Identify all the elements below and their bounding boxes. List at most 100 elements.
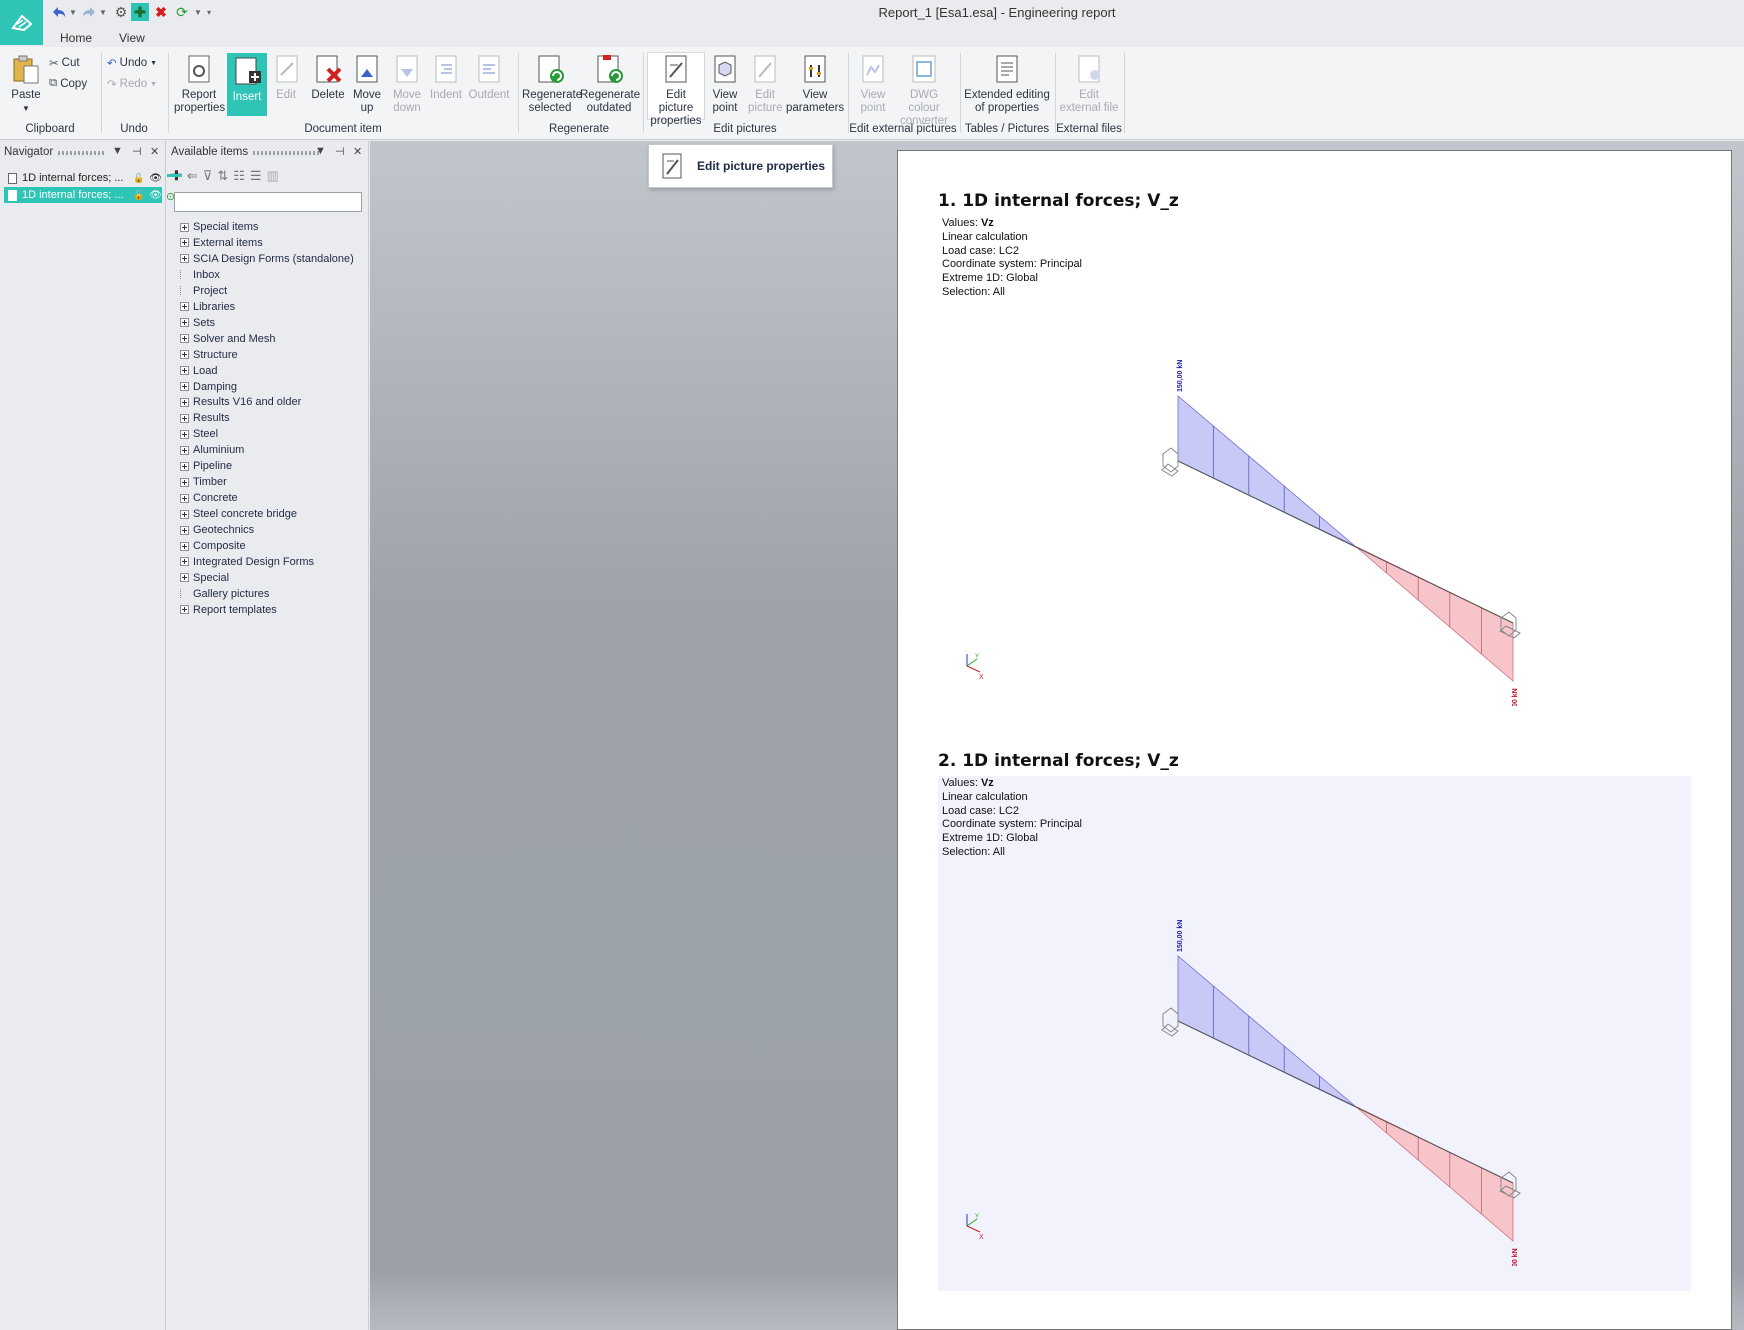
undo-button[interactable]: ↶ Undo ▼ <box>107 56 157 70</box>
move-down-button[interactable]: Move down <box>390 53 424 115</box>
pin-icon[interactable]: ⊣ <box>132 145 142 158</box>
expand-icon[interactable] <box>180 509 189 519</box>
chevron-down-icon[interactable]: ▼ <box>99 3 107 21</box>
tree-item[interactable]: Steel <box>180 427 218 441</box>
tree-item[interactable]: Integrated Design Forms <box>180 555 314 569</box>
list-icon[interactable]: ☰ <box>250 168 262 184</box>
settings-icon[interactable]: ⚙ <box>112 3 130 21</box>
insert-icon[interactable]: ✚ <box>131 3 149 21</box>
navigator-item-selected[interactable]: 1D internal forces; ... 🔓 👁 <box>4 187 162 203</box>
move-up-button[interactable]: Move up <box>350 53 384 115</box>
regenerate-selected-button[interactable]: Regenerate selected <box>522 53 582 115</box>
search-input[interactable] <box>174 192 362 212</box>
navigator-item[interactable]: 1D internal forces; ... 🔓 👁 <box>4 170 162 186</box>
tree-item[interactable]: Report templates <box>180 603 277 617</box>
tree-item[interactable]: Structure <box>180 348 238 362</box>
expand-icon[interactable] <box>180 366 189 376</box>
tree-item[interactable]: SCIA Design Forms (standalone) <box>180 252 354 266</box>
tree-item[interactable]: Project <box>180 284 227 298</box>
report-properties-button[interactable]: Report properties <box>174 53 225 115</box>
tree-item[interactable]: Load <box>180 364 217 378</box>
drag-handle[interactable] <box>58 151 106 155</box>
expand-icon[interactable] <box>180 445 189 455</box>
undo-icon[interactable] <box>50 3 68 21</box>
app-menu-button[interactable] <box>0 0 43 45</box>
close-red-icon[interactable]: ✖ <box>152 3 170 21</box>
expand-icon[interactable] <box>180 541 189 551</box>
indent-button[interactable]: Indent <box>428 53 464 102</box>
tree-item[interactable]: External items <box>180 236 263 250</box>
tree-item[interactable]: Damping <box>180 380 237 394</box>
expand-icon[interactable] <box>180 238 189 248</box>
chevron-down-icon[interactable]: ▼ <box>315 145 326 157</box>
extended-editing-button[interactable]: Extended editing of properties <box>964 53 1050 115</box>
chevron-down-icon[interactable]: ▼ <box>194 3 202 21</box>
insert-button[interactable]: Insert <box>227 53 267 116</box>
tab-view[interactable]: View <box>119 31 145 45</box>
tree-item[interactable]: Pipeline <box>180 459 232 473</box>
tree-item[interactable]: Composite <box>180 539 246 553</box>
edit-external-file-button[interactable]: Edit external file <box>1059 53 1119 115</box>
expand-icon[interactable] <box>180 350 189 360</box>
expand-icon[interactable] <box>180 493 189 503</box>
tree-item[interactable]: Geotechnics <box>180 523 254 537</box>
lock-icon[interactable]: 🔓 <box>133 190 144 201</box>
eye-icon[interactable]: 👁 <box>149 190 162 201</box>
delete-button[interactable]: Delete <box>310 53 346 102</box>
expand-icon[interactable] <box>180 254 189 264</box>
delete-icon[interactable]: ▥ <box>267 168 279 184</box>
tree-item[interactable]: Concrete <box>180 491 238 505</box>
edit-button[interactable]: Edit <box>271 53 301 102</box>
expand-icon[interactable] <box>180 334 189 344</box>
cut-button[interactable]: ✂ Cut <box>49 56 80 70</box>
tree-item[interactable]: Steel concrete bridge <box>180 507 297 521</box>
dwg-colour-converter-button[interactable]: DWG colour converter <box>893 53 955 128</box>
close-icon[interactable]: ✕ <box>150 145 159 158</box>
filter-icon[interactable]: ⊽ <box>203 168 213 184</box>
tab-home[interactable]: Home <box>60 31 92 45</box>
expand-icon[interactable] <box>180 557 189 567</box>
chevron-down-icon[interactable]: ▼ <box>112 145 123 157</box>
tree-item[interactable]: Libraries <box>180 300 235 314</box>
tree-item[interactable]: Solver and Mesh <box>180 332 276 346</box>
tree-item[interactable]: Gallery pictures <box>180 587 269 601</box>
tree-item[interactable]: Results <box>180 411 230 425</box>
outdent-button[interactable]: Outdent <box>467 53 511 102</box>
expand-icon[interactable] <box>180 222 189 232</box>
expand-icon[interactable] <box>180 318 189 328</box>
paste-button[interactable]: Paste ▼ <box>6 53 46 115</box>
expand-icon[interactable] <box>180 461 189 471</box>
expand-icon[interactable] <box>180 573 189 583</box>
expand-icon[interactable] <box>180 413 189 423</box>
regenerate-icon[interactable]: ⟳ <box>173 3 191 21</box>
eye-icon[interactable]: 👁 <box>149 173 162 184</box>
expand-icon[interactable] <box>180 302 189 312</box>
chevron-down-icon[interactable]: ▼ <box>69 3 77 21</box>
pin-icon[interactable]: ⊣ <box>335 145 345 158</box>
external-view-point-button[interactable]: View point <box>856 53 890 115</box>
view-point-button[interactable]: View point <box>708 53 742 115</box>
drag-handle[interactable] <box>253 151 319 155</box>
view-parameters-button[interactable]: View parameters <box>786 53 844 115</box>
redo-button[interactable]: ↷ Redo ▼ <box>107 77 157 91</box>
lock-icon[interactable]: 🔓 <box>133 173 144 184</box>
expand-icon[interactable] <box>180 605 189 615</box>
tree-item[interactable]: Inbox <box>180 268 220 282</box>
expand-icon[interactable] <box>180 477 189 487</box>
tree-item[interactable]: Special items <box>180 220 258 234</box>
tree-item[interactable]: Sets <box>180 316 215 330</box>
copy-button[interactable]: ⧉ Copy <box>49 77 87 90</box>
sort-icon[interactable]: ⇅ <box>217 168 228 184</box>
close-icon[interactable]: ✕ <box>353 145 362 158</box>
report-section[interactable]: 2. 1D internal forces; V_z Values: Vz Line… <box>938 751 1690 1266</box>
expand-icon[interactable] <box>180 429 189 439</box>
tree-icon[interactable]: ☷ <box>233 168 245 184</box>
edit-picture-properties-button[interactable]: Edit picture properties <box>647 52 705 127</box>
tree-item[interactable]: Aluminium <box>180 443 244 457</box>
expand-icon[interactable] <box>180 397 189 407</box>
tree-item[interactable]: Results V16 and older <box>180 395 301 409</box>
redo-icon[interactable] <box>80 3 98 21</box>
tree-item[interactable]: Special <box>180 571 229 585</box>
regenerate-outdated-button[interactable]: Regenerate outdated <box>580 53 640 115</box>
expand-icon[interactable] <box>180 382 189 391</box>
